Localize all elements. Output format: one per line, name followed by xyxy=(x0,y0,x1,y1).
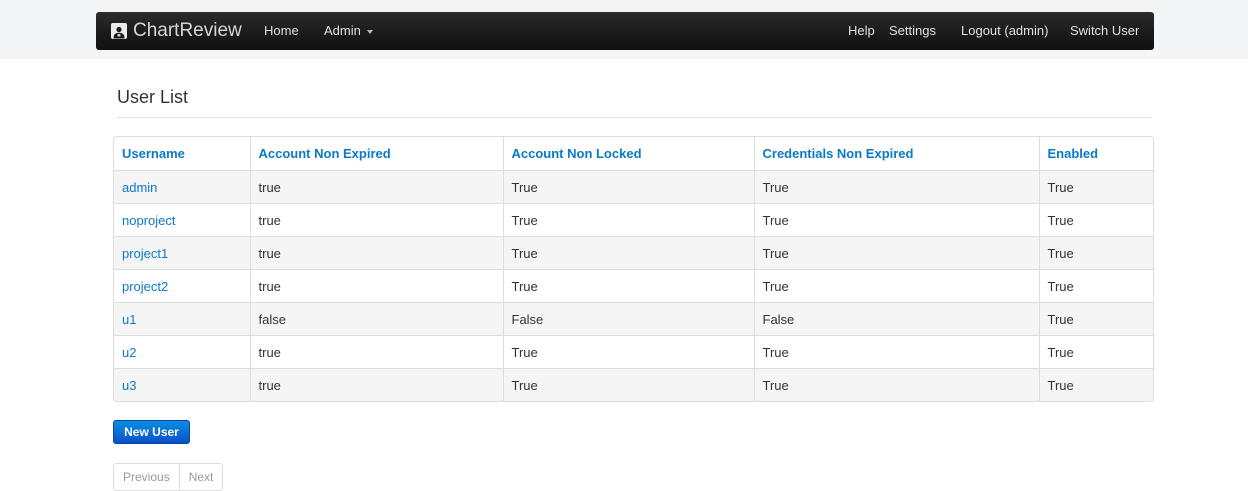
account-non-expired-cell: true xyxy=(249,368,503,401)
account-non-expired-cell: true xyxy=(249,170,503,204)
navbar: ChartReview Home Admin Help Settings Log… xyxy=(0,0,1248,59)
account-non-locked-cell: True xyxy=(502,170,754,204)
username-link[interactable]: project1 xyxy=(114,236,250,270)
enabled-cell: True xyxy=(1038,368,1153,401)
user-table-container: Username Account Non Expired Account Non… xyxy=(113,136,1154,402)
username-link[interactable]: u2 xyxy=(114,335,250,369)
account-non-locked-cell: True xyxy=(502,236,754,270)
title-divider xyxy=(117,117,1152,118)
account-non-locked-cell: True xyxy=(502,269,754,303)
username-link[interactable]: u1 xyxy=(114,302,250,336)
account-non-expired-cell: false xyxy=(249,302,503,336)
account-non-expired-cell: true xyxy=(249,203,503,237)
table-header-row: Username Account Non Expired Account Non… xyxy=(114,137,1153,171)
table-row: u2 true True True True xyxy=(114,335,1153,369)
enabled-cell: True xyxy=(1038,302,1153,336)
enabled-cell: True xyxy=(1038,269,1153,303)
account-non-locked-cell: False xyxy=(502,302,754,336)
column-header-enabled[interactable]: Enabled xyxy=(1038,137,1153,171)
account-non-locked-cell: True xyxy=(502,368,754,401)
column-header-account-non-expired[interactable]: Account Non Expired xyxy=(249,137,503,171)
table-row: project2 true True True True xyxy=(114,269,1153,303)
credentials-non-expired-cell: True xyxy=(753,368,1039,401)
user-icon xyxy=(111,23,127,39)
table-row: noproject true True True True xyxy=(114,203,1153,237)
pagination: Previous Next xyxy=(113,463,224,491)
account-non-expired-cell: true xyxy=(249,269,503,303)
table-row: project1 true True True True xyxy=(114,236,1153,270)
brand-link[interactable]: ChartReview xyxy=(111,12,242,50)
navbar-inner: ChartReview Home Admin Help Settings Log… xyxy=(96,12,1154,50)
enabled-cell: True xyxy=(1038,170,1153,204)
credentials-non-expired-cell: True xyxy=(753,203,1039,237)
table-row: u1 false False False True xyxy=(114,302,1153,336)
table-row: u3 true True True True xyxy=(114,368,1153,401)
column-header-credentials-non-expired[interactable]: Credentials Non Expired xyxy=(753,137,1039,171)
nav-settings[interactable]: Settings xyxy=(889,12,936,50)
account-non-locked-cell: True xyxy=(502,203,754,237)
page-title: User List xyxy=(117,87,189,107)
previous-page-button[interactable]: Previous xyxy=(114,464,179,490)
user-table: Username Account Non Expired Account Non… xyxy=(114,137,1153,401)
nav-home[interactable]: Home xyxy=(264,12,299,50)
nav-help[interactable]: Help xyxy=(848,12,875,50)
next-page-button[interactable]: Next xyxy=(178,464,223,490)
account-non-expired-cell: true xyxy=(249,335,503,369)
nav-admin-dropdown[interactable]: Admin xyxy=(324,12,373,50)
credentials-non-expired-cell: True xyxy=(753,269,1039,303)
enabled-cell: True xyxy=(1038,203,1153,237)
enabled-cell: True xyxy=(1038,335,1153,369)
table-row: admin true True True True xyxy=(114,170,1153,204)
credentials-non-expired-cell: True xyxy=(753,236,1039,270)
nav-admin-label: Admin xyxy=(324,23,361,38)
username-link[interactable]: noproject xyxy=(114,203,250,237)
username-link[interactable]: admin xyxy=(114,170,250,204)
column-header-username[interactable]: Username xyxy=(114,137,250,171)
nav-switch-user[interactable]: Switch User xyxy=(1070,12,1139,50)
username-link[interactable]: u3 xyxy=(114,368,250,401)
credentials-non-expired-cell: False xyxy=(753,302,1039,336)
credentials-non-expired-cell: True xyxy=(753,170,1039,204)
brand-name: ChartReview xyxy=(133,20,242,41)
account-non-locked-cell: True xyxy=(502,335,754,369)
enabled-cell: True xyxy=(1038,236,1153,270)
credentials-non-expired-cell: True xyxy=(753,335,1039,369)
account-non-expired-cell: true xyxy=(249,236,503,270)
column-header-account-non-locked[interactable]: Account Non Locked xyxy=(502,137,754,171)
username-link[interactable]: project2 xyxy=(114,269,250,303)
caret-down-icon xyxy=(366,29,373,34)
nav-logout[interactable]: Logout (admin) xyxy=(961,12,1048,50)
new-user-button[interactable]: New User xyxy=(113,420,190,444)
